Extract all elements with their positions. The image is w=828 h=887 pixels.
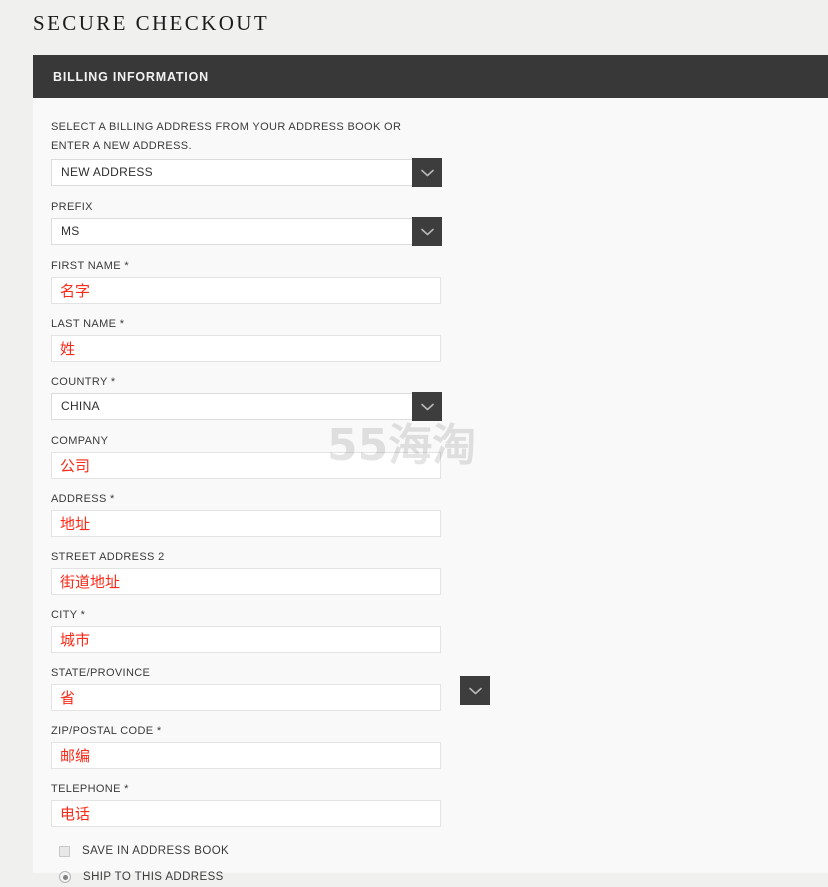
state-province-input[interactable] (51, 684, 441, 711)
save-in-address-book-label: SAVE IN ADDRESS BOOK (82, 845, 230, 857)
company-field: COMPANY (51, 434, 471, 479)
address-book-field: SELECT A BILLING ADDRESS FROM YOUR ADDRE… (51, 118, 471, 187)
save-in-address-book-row[interactable]: SAVE IN ADDRESS BOOK (51, 841, 471, 861)
address-book-instructions: SELECT A BILLING ADDRESS FROM YOUR ADDRE… (51, 121, 402, 152)
street-address-2-input[interactable] (51, 568, 441, 595)
chevron-down-icon[interactable] (412, 392, 442, 421)
city-label: CITY * (51, 609, 86, 621)
last-name-input[interactable] (51, 335, 441, 362)
prefix-label: PREFIX (51, 201, 93, 213)
city-input[interactable] (51, 626, 441, 653)
state-province-label: STATE/PROVINCE (51, 667, 151, 679)
city-field: CITY * (51, 608, 471, 653)
prefix-select-value: MS (61, 224, 80, 238)
company-label: COMPANY (51, 435, 109, 447)
billing-information-header-bar: BILLING INFORMATION (33, 55, 828, 98)
save-in-address-book-checkbox[interactable] (59, 845, 70, 857)
country-select-value: CHINA (61, 399, 100, 413)
state-province-field: STATE/PROVINCE (51, 666, 490, 711)
zip-postal-code-label: ZIP/POSTAL CODE * (51, 725, 162, 737)
telephone-input[interactable] (51, 800, 441, 827)
telephone-field: TELEPHONE * (51, 782, 471, 827)
telephone-label: TELEPHONE * (51, 783, 129, 795)
ship-to-this-address-row[interactable]: SHIP TO THIS ADDRESS (51, 867, 471, 887)
first-name-input[interactable] (51, 277, 441, 304)
address-book-select-value: NEW ADDRESS (61, 165, 153, 179)
company-input[interactable] (51, 452, 441, 479)
chevron-down-icon[interactable] (412, 217, 442, 246)
chevron-down-icon[interactable] (460, 676, 490, 705)
prefix-select-box[interactable] (51, 218, 441, 245)
zip-postal-code-input[interactable] (51, 742, 441, 769)
street-address-2-field: STREET ADDRESS 2 (51, 550, 471, 595)
address-book-select[interactable]: NEW ADDRESS (51, 158, 442, 187)
address-input[interactable] (51, 510, 441, 537)
last-name-label: LAST NAME * (51, 318, 125, 330)
country-select[interactable]: CHINA (51, 392, 442, 421)
prefix-field: PREFIX MS (51, 200, 471, 246)
street-address-2-label: STREET ADDRESS 2 (51, 551, 165, 563)
billing-information-panel: SELECT A BILLING ADDRESS FROM YOUR ADDRE… (33, 98, 828, 883)
zip-postal-code-field: ZIP/POSTAL CODE * (51, 724, 471, 769)
first-name-label: FIRST NAME * (51, 260, 129, 272)
billing-address-form: SELECT A BILLING ADDRESS FROM YOUR ADDRE… (51, 118, 490, 887)
address-label: ADDRESS * (51, 493, 115, 505)
billing-information-header-title: BILLING INFORMATION (53, 70, 209, 84)
country-label: COUNTRY * (51, 376, 116, 388)
country-select-box[interactable] (51, 393, 441, 420)
first-name-field: FIRST NAME * (51, 259, 471, 304)
address-field: ADDRESS * (51, 492, 471, 537)
page-title: SECURE CHECKOUT (33, 11, 270, 35)
country-field: COUNTRY * CHINA (51, 375, 471, 421)
last-name-field: LAST NAME * (51, 317, 471, 362)
chevron-down-icon[interactable] (412, 158, 442, 187)
prefix-select[interactable]: MS (51, 217, 442, 246)
